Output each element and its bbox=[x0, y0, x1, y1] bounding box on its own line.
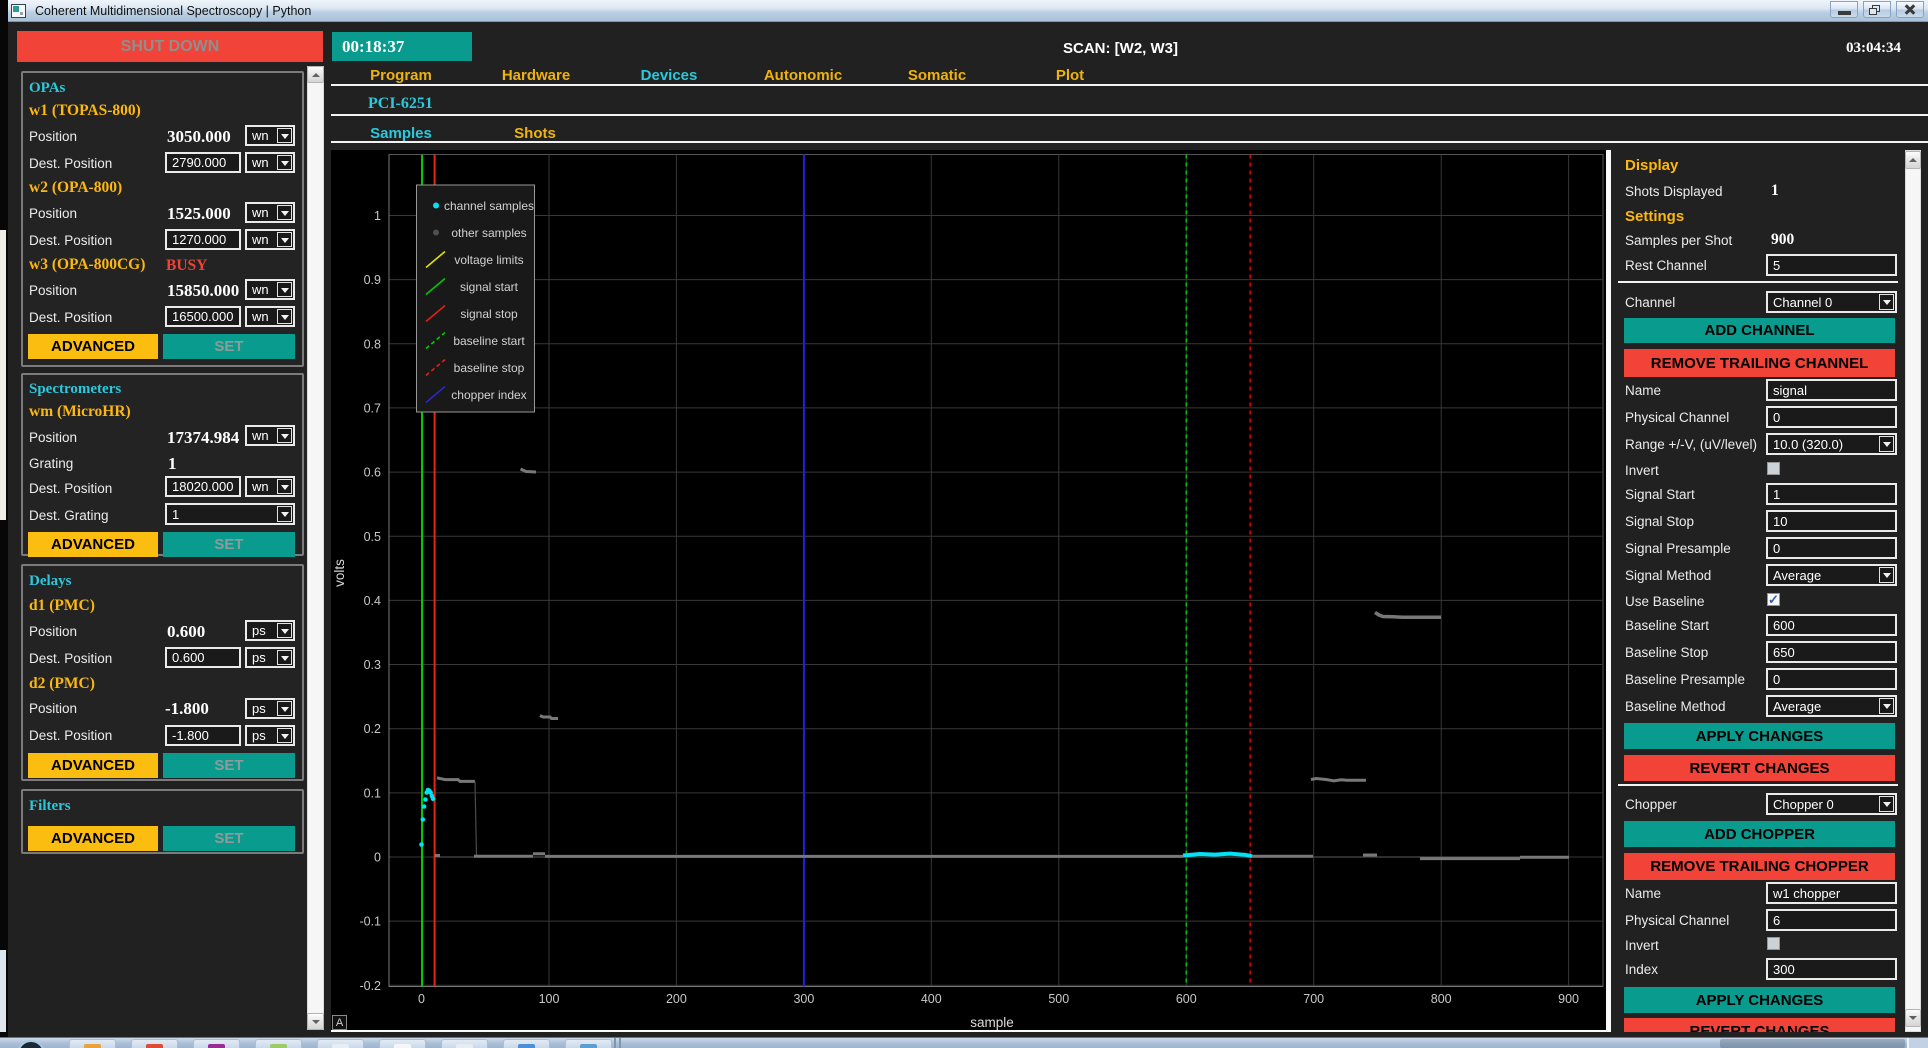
svg-text:0.7: 0.7 bbox=[364, 402, 381, 416]
svg-text:700: 700 bbox=[1303, 992, 1324, 1006]
svg-text:400: 400 bbox=[921, 992, 942, 1006]
svg-text:0.5: 0.5 bbox=[364, 530, 381, 544]
svg-text:0.9: 0.9 bbox=[364, 273, 381, 287]
svg-text:-0.1: -0.1 bbox=[359, 915, 381, 929]
svg-text:signal start: signal start bbox=[460, 280, 519, 294]
svg-text:0.4: 0.4 bbox=[364, 594, 381, 608]
svg-text:0: 0 bbox=[374, 851, 381, 865]
svg-text:0.1: 0.1 bbox=[364, 786, 381, 800]
svg-text:0.2: 0.2 bbox=[364, 722, 381, 736]
svg-text:sample: sample bbox=[970, 1015, 1014, 1030]
svg-text:0.6: 0.6 bbox=[364, 466, 381, 480]
svg-text:600: 600 bbox=[1176, 992, 1197, 1006]
svg-text:channel samples: channel samples bbox=[444, 199, 534, 213]
svg-text:800: 800 bbox=[1431, 992, 1452, 1006]
svg-text:0.8: 0.8 bbox=[364, 337, 381, 351]
svg-text:0.3: 0.3 bbox=[364, 658, 381, 672]
svg-text:0: 0 bbox=[418, 992, 425, 1006]
svg-text:200: 200 bbox=[666, 992, 687, 1006]
svg-text:baseline stop: baseline stop bbox=[454, 361, 525, 375]
svg-text:other samples: other samples bbox=[451, 226, 526, 240]
svg-text:volts: volts bbox=[332, 559, 347, 587]
svg-text:signal stop: signal stop bbox=[460, 307, 518, 321]
svg-text:1: 1 bbox=[374, 209, 381, 223]
svg-text:100: 100 bbox=[539, 992, 560, 1006]
svg-text:300: 300 bbox=[793, 992, 814, 1006]
svg-text:900: 900 bbox=[1558, 992, 1579, 1006]
svg-text:-0.2: -0.2 bbox=[359, 979, 381, 993]
svg-text:voltage limits: voltage limits bbox=[454, 253, 523, 267]
svg-text:500: 500 bbox=[1048, 992, 1069, 1006]
svg-text:chopper index: chopper index bbox=[451, 388, 526, 402]
svg-text:baseline start: baseline start bbox=[453, 334, 525, 348]
